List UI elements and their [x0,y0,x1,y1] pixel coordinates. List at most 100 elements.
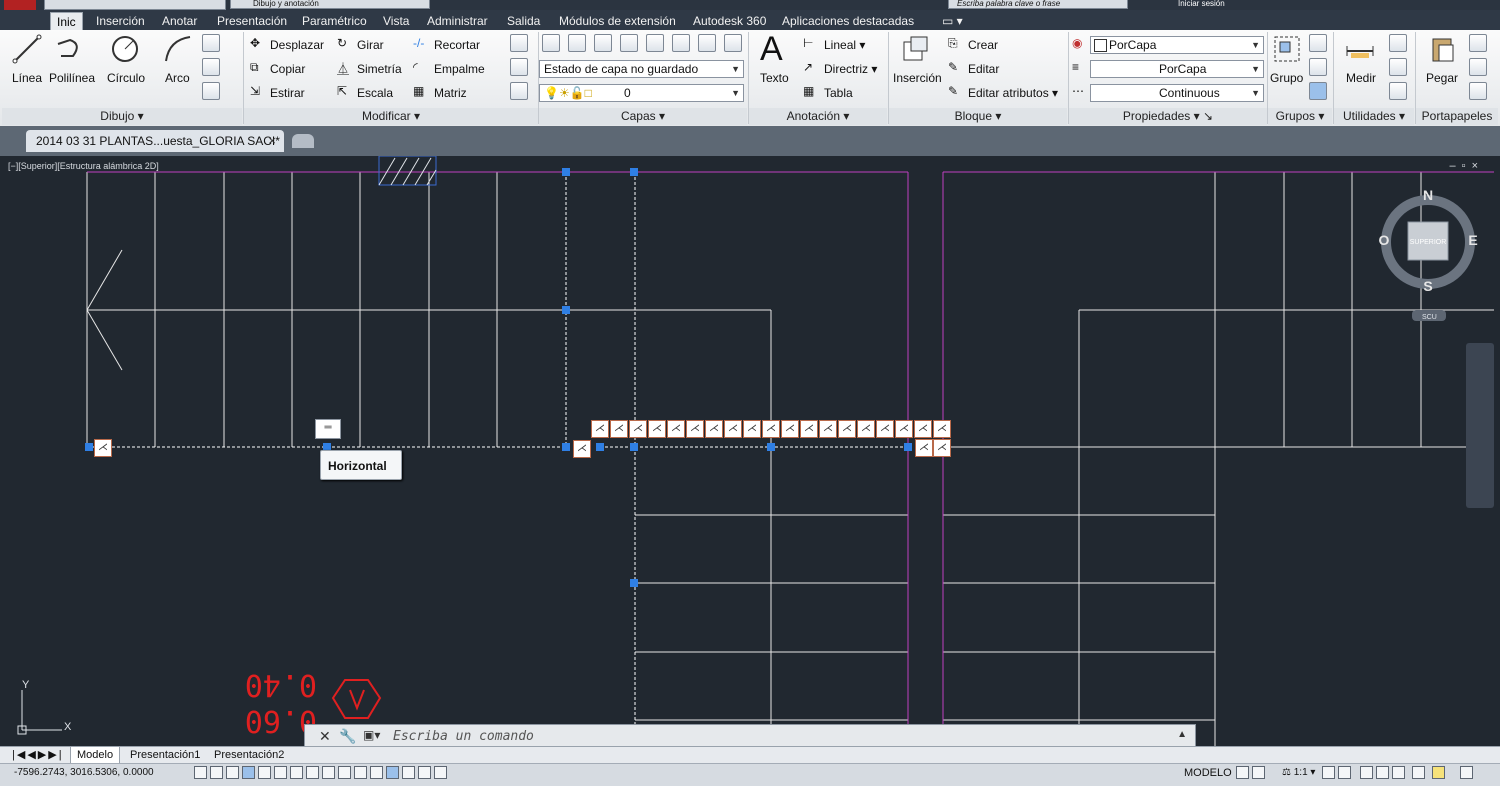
annotation-visibility-icon[interactable] [1322,766,1335,779]
tab-vista[interactable]: Vista [377,12,415,30]
grip-point[interactable] [596,443,604,451]
compass-west[interactable]: O [1379,232,1390,248]
group-edit-icon[interactable] [1309,58,1327,76]
constraint-glyph[interactable]: ⋌ [915,439,933,457]
command-history-icon[interactable]: ▲ [1177,729,1187,740]
quick-view-drawings-icon[interactable] [1252,766,1265,779]
constraint-glyph[interactable]: ⋌ [800,420,818,438]
copy-clip-icon[interactable] [1469,58,1487,76]
tab-autodesk360[interactable]: Autodesk 360 [687,12,772,30]
grip-point[interactable] [85,443,93,451]
coordinate-readout[interactable]: -7596.2743, 3016.5306, 0.0000 [14,767,154,778]
layer-icon[interactable] [724,34,742,52]
tab-inicio[interactable]: Inic [50,12,83,31]
compass-south[interactable]: S [1423,278,1432,294]
tab-parametrico[interactable]: Paramétrico [296,12,373,30]
line-button[interactable]: Línea [12,71,42,85]
constraint-glyph[interactable]: ⋌ [762,420,780,438]
viewport-label[interactable]: [−][Superior][Estructura alámbrica 2D] [8,161,159,171]
arc-button[interactable]: Arco [165,71,190,85]
constraint-glyph[interactable]: ⋌ [648,420,666,438]
constraint-glyph[interactable]: ⋌ [914,420,932,438]
isolate-objects-icon[interactable] [1412,766,1425,779]
constraint-glyph[interactable]: ⋌ [781,420,799,438]
drawing-viewport[interactable]: 0.40 0.60 Y X SUPERIOR N S E O SCU ⋌ ⋌ ⋌ ⋌ ⋌… [6,156,1494,746]
constraint-glyph[interactable]: ⋌ [819,420,837,438]
tab-model[interactable]: Modelo [70,747,121,764]
quick-view-layouts-icon[interactable] [1236,766,1249,779]
scale-button[interactable]: Escala [357,86,393,100]
lineweight-dropdown[interactable]: PorCapa ▼ [1090,60,1264,78]
tab-modulos[interactable]: Módulos de extensión [553,12,682,30]
array-button[interactable]: Matriz [434,86,467,100]
model-space-indicator[interactable]: MODELO [1184,767,1232,779]
constraint-glyph[interactable]: ⋌ [667,420,685,438]
grip-point[interactable] [562,306,570,314]
cut-icon[interactable] [1469,34,1487,52]
drawing-canvas[interactable]: 0.40 0.60 Y X SUPERIOR N S E O SCU [6,156,1494,746]
utility-icon[interactable] [1389,58,1407,76]
panel-title-utilidades[interactable]: Utilidades ▾ [1334,108,1414,125]
tab-insercion[interactable]: Inserción [90,12,151,30]
paste-button[interactable]: Pegar [1426,71,1458,85]
grip-point[interactable] [630,579,638,587]
viewport-window-controls[interactable]: –▫× [1450,160,1484,172]
grip-point[interactable] [562,443,570,451]
layer-icon[interactable] [672,34,690,52]
command-input[interactable]: Escriba un comando [393,729,534,744]
tab-presentacion[interactable]: Presentación [211,12,293,30]
layer-dropdown[interactable]: 💡☀🔓□ 0 ▼ [539,84,744,102]
layer-icon[interactable] [594,34,612,52]
annotation-monitor-icon[interactable] [386,766,399,779]
linetype-dropdown[interactable]: Continuous ▼ [1090,84,1264,102]
lightbulb-icon[interactable] [1432,766,1445,779]
osnap-icon[interactable] [258,766,271,779]
command-line[interactable]: ✕ 🔧 ▣▾ Escriba un comando ▲ [304,724,1196,748]
erase-icon[interactable] [510,34,528,52]
status-icon[interactable] [402,766,415,779]
copy-button[interactable]: Copiar [270,62,305,76]
polyline-button[interactable]: Polilínea [49,71,95,85]
snap-icon[interactable] [194,766,207,779]
constraint-glyph[interactable]: ⋌ [895,420,913,438]
auto-scale-icon[interactable] [1338,766,1351,779]
utility-icon[interactable] [1389,34,1407,52]
workspace-gear-icon[interactable] [1360,766,1373,779]
otrack-icon[interactable] [274,766,287,779]
measure-button[interactable]: Medir [1346,71,1376,85]
grip-point[interactable] [630,443,638,451]
grip-point[interactable] [767,443,775,451]
horizontal-constraint-icon[interactable]: ═ [315,419,341,439]
constraint-glyph[interactable]: ⋌ [743,420,761,438]
ducs-icon[interactable] [290,766,303,779]
annotation-scale[interactable]: ⚖ 1:1 ▾ [1282,767,1315,778]
tab-aplicaciones[interactable]: Aplicaciones destacadas [776,12,920,30]
constraint-glyph[interactable]: ⋌ [933,439,951,457]
rectangle-icon[interactable] [202,34,220,52]
compass-east[interactable]: E [1468,232,1477,248]
ortho-icon[interactable] [226,766,239,779]
close-icon[interactable]: × [268,130,276,152]
constraint-glyph[interactable]: ⋌ [610,420,628,438]
mirror-button[interactable]: Simetría [357,62,402,76]
clean-screen-icon[interactable] [1460,766,1473,779]
insert-button[interactable]: Inserción [893,71,942,85]
tab-anotar[interactable]: Anotar [156,12,203,30]
offset-icon[interactable] [510,82,528,100]
grip-point[interactable] [630,168,638,176]
calculator-icon[interactable] [1389,82,1407,100]
panel-title-capas[interactable]: Capas ▾ [539,108,747,125]
trim-button[interactable]: Recortar [434,38,480,52]
constraint-glyph[interactable]: ⋌ [857,420,875,438]
constraint-glyph[interactable]: ⋌ [573,440,591,458]
constraint-glyph[interactable]: ⋌ [838,420,856,438]
application-menu-button[interactable] [4,0,36,10]
tab-layout1[interactable]: Presentación1 [124,747,206,763]
constraint-glyph[interactable]: ⋌ [933,420,951,438]
move-button[interactable]: Desplazar [270,38,324,52]
command-prompt-icon[interactable]: ▣▾ [363,728,380,742]
color-dropdown[interactable]: PorCapa ▼ [1090,36,1264,54]
group-button[interactable]: Grupo [1270,71,1303,85]
constraint-glyph[interactable]: ⋌ [591,420,609,438]
status-icon[interactable] [418,766,431,779]
